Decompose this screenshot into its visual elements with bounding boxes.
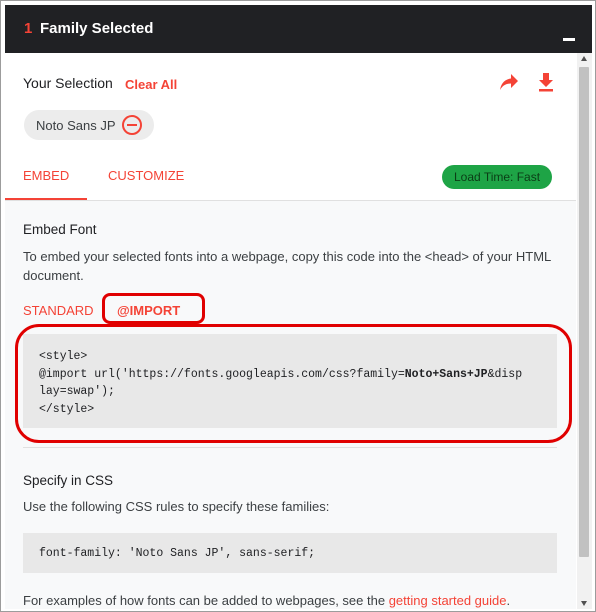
getting-started-link[interactable]: getting started guide [389, 593, 507, 608]
code-highlight-box [15, 324, 572, 443]
footer-text: For examples of how fonts can be added t… [23, 593, 389, 608]
remove-circle-icon[interactable] [121, 115, 142, 135]
scrollbar[interactable] [577, 53, 592, 609]
subtab-standard[interactable]: STANDARD [23, 303, 94, 318]
embed-font-title: Embed Font [23, 222, 97, 237]
embed-description: To embed your selected fonts into a webp… [23, 249, 551, 283]
scroll-down-icon[interactable] [581, 601, 587, 606]
tab-customize[interactable]: CUSTOMIZE [108, 168, 184, 183]
footer-suffix: . [506, 593, 511, 608]
selected-family-chip: Noto Sans JP [24, 110, 154, 140]
share-icon[interactable] [499, 73, 519, 91]
specify-css-description: Use the following CSS rules to specify t… [23, 499, 330, 514]
minimize-icon[interactable] [563, 38, 575, 41]
section-divider [23, 447, 557, 448]
family-count: 1 [24, 20, 33, 37]
specify-css-title: Specify in CSS [23, 473, 114, 488]
clear-all-button[interactable]: Clear All [125, 77, 177, 92]
import-highlight-box [102, 293, 205, 324]
tab-embed[interactable]: EMBED [23, 168, 69, 183]
chip-label: Noto Sans JP [36, 117, 116, 133]
load-time-badge: Load Time: Fast [442, 165, 553, 189]
footer-note: For examples of how fonts can be added t… [23, 593, 510, 608]
font-selection-drawer: 1 Family Selected Your Selection Clear A… [0, 0, 596, 612]
download-icon[interactable] [537, 72, 555, 92]
drawer-header[interactable]: 1 Family Selected [5, 5, 592, 53]
drawer-content: Your Selection Clear All Noto Sans JP EM… [5, 53, 576, 609]
css-code-text[interactable]: font-family: 'Noto Sans JP', sans-serif; [39, 547, 315, 560]
scrollbar-thumb[interactable] [579, 67, 589, 557]
drawer-title: Family Selected [40, 20, 154, 37]
scroll-up-icon[interactable] [581, 56, 587, 61]
your-selection-label: Your Selection [23, 75, 113, 91]
